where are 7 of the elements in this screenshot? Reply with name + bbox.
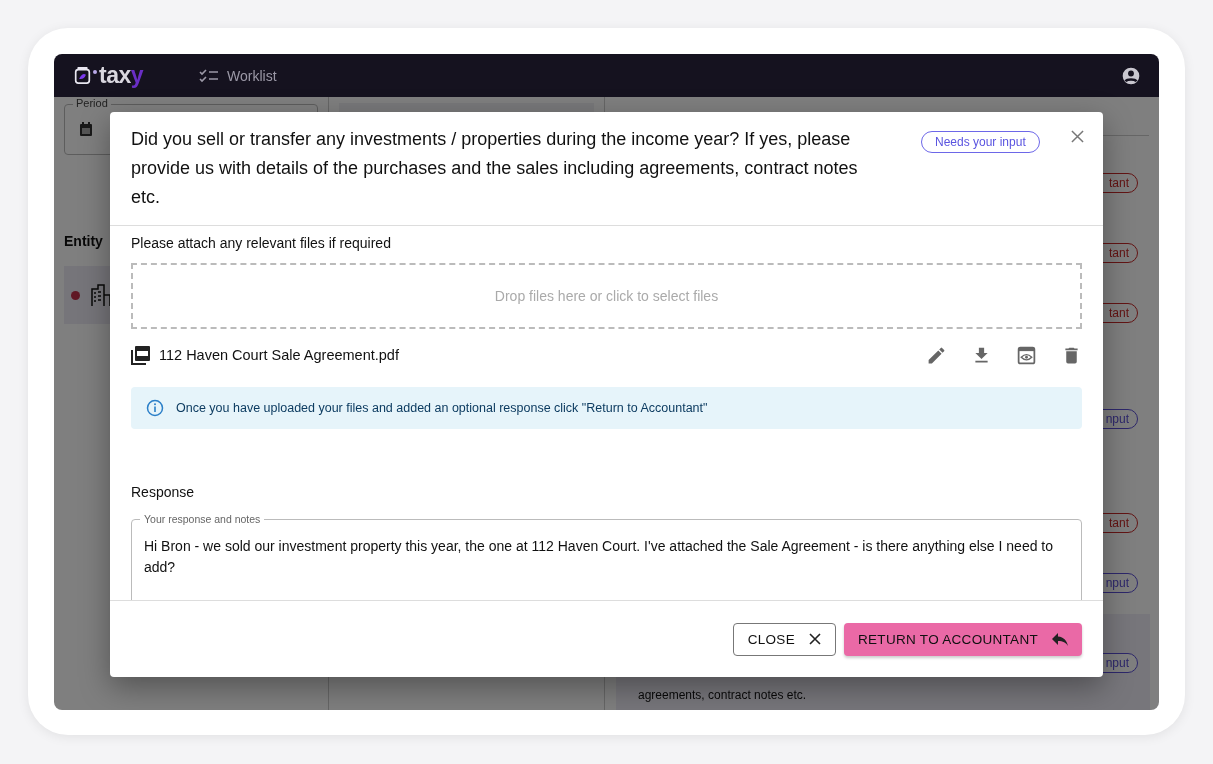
attach-label: Please attach any relevant files if required <box>131 235 392 251</box>
file-name: 112 Haven Court Sale Agreement.pdf <box>159 347 399 363</box>
question-text: agreements, contract notes etc. <box>638 687 808 704</box>
section-heading: Response <box>131 484 196 500</box>
dialog-title: Did you sell or transfer any investments / properties during the income year? If yes, please provide us with details of the purchases and the sales including agreements, contract notes etc. <box>131 128 859 209</box>
section-heading: Entity <box>64 233 103 249</box>
info-text: Once you have uploaded your files and added an optional response click "Return to Accountant" <box>176 401 708 415</box>
